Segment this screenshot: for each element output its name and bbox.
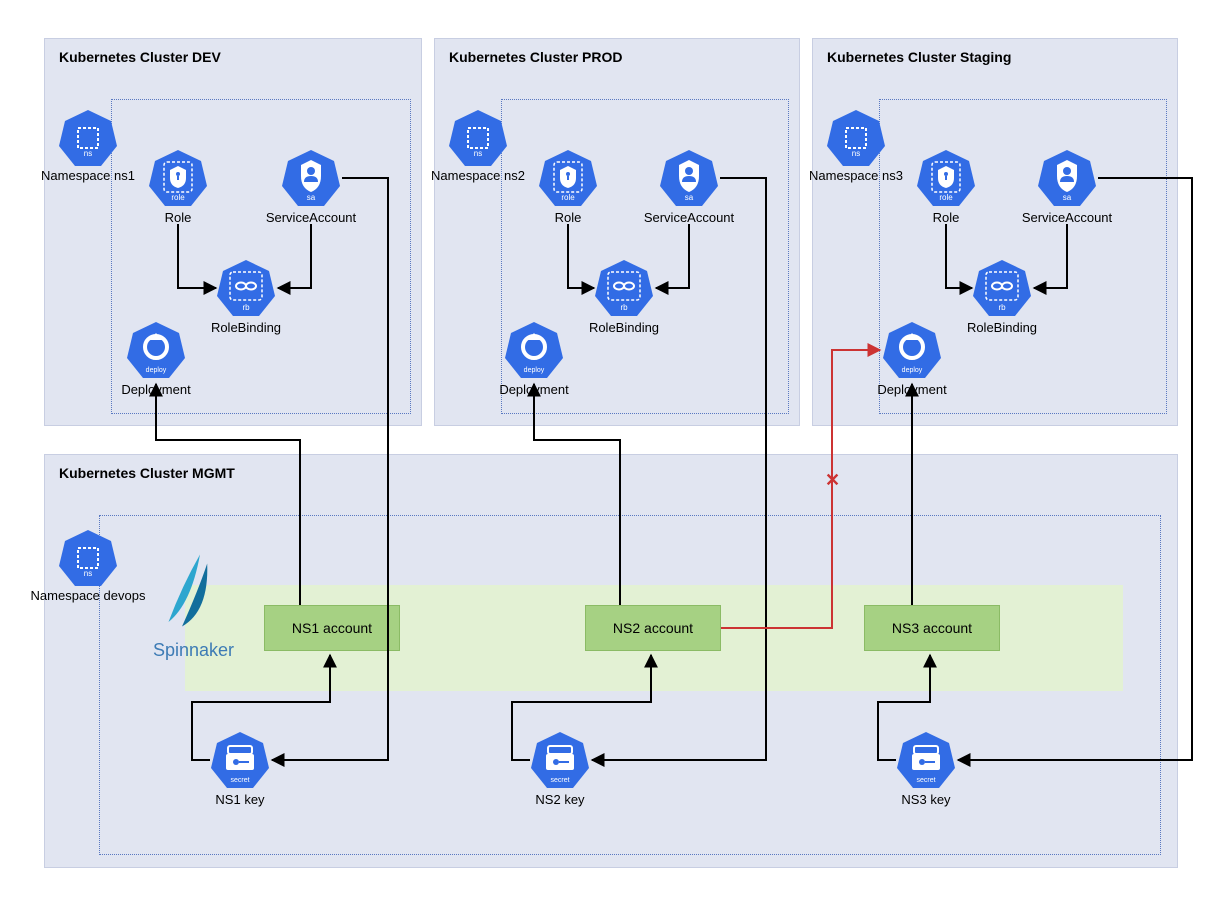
role-dev-label: Role	[118, 210, 238, 225]
cluster-dev: Kubernetes Cluster DEV	[44, 38, 422, 426]
svg-text:role: role	[561, 193, 575, 202]
svg-text:deploy: deploy	[146, 367, 167, 374]
namespace-icon: ns	[58, 528, 118, 588]
key-ns1-label: NS1 key	[180, 792, 300, 807]
svg-text:ns: ns	[84, 149, 92, 158]
namespace-devops-label: Namespace devops	[28, 588, 148, 603]
rb-prod-label: RoleBinding	[564, 320, 684, 335]
namespace-ns3-label: Namespace ns3	[796, 168, 916, 183]
namespace-icon: ns	[826, 108, 886, 168]
role-icon: role	[916, 148, 976, 208]
sa-prod-label: ServiceAccount	[629, 210, 749, 225]
rolebinding-icon: rb	[216, 258, 276, 318]
deployment-icon: deploy	[504, 320, 564, 380]
rb-dev-label: RoleBinding	[186, 320, 306, 335]
role-staging-label: Role	[886, 210, 1006, 225]
role-prod-label: Role	[508, 210, 628, 225]
svg-text:role: role	[171, 193, 185, 202]
svg-text:ns: ns	[84, 569, 92, 578]
role-icon: role	[538, 148, 598, 208]
diagram-canvas: Kubernetes Cluster DEV Kubernetes Cluste…	[0, 0, 1224, 910]
spinnaker-label: Spinnaker	[153, 640, 234, 661]
svg-text:deploy: deploy	[902, 367, 923, 374]
account-ns3: NS3 account	[864, 605, 1000, 651]
svg-text:secret: secret	[916, 777, 935, 784]
sa-dev-label: ServiceAccount	[251, 210, 371, 225]
account-ns1: NS1 account	[264, 605, 400, 651]
namespace-icon: ns	[448, 108, 508, 168]
role-icon: role	[148, 148, 208, 208]
serviceaccount-icon: sa	[659, 148, 719, 208]
account-ns2-label: NS2 account	[613, 620, 693, 636]
deploy-dev-label: Deployment	[96, 382, 216, 397]
deployment-icon: deploy	[126, 320, 186, 380]
secret-icon: secret	[210, 730, 270, 790]
deploy-staging-label: Deployment	[852, 382, 972, 397]
svg-text:role: role	[939, 193, 953, 202]
account-ns3-label: NS3 account	[892, 620, 972, 636]
sa-staging-label: ServiceAccount	[1007, 210, 1127, 225]
namespace-icon: ns	[58, 108, 118, 168]
denied-x-icon: ✕	[825, 470, 840, 491]
svg-text:rb: rb	[242, 303, 250, 312]
serviceaccount-icon: sa	[281, 148, 341, 208]
cluster-mgmt-title: Kubernetes Cluster MGMT	[59, 465, 235, 481]
rb-staging-label: RoleBinding	[942, 320, 1062, 335]
svg-text:sa: sa	[1063, 193, 1072, 202]
svg-text:secret: secret	[550, 777, 569, 784]
svg-text:deploy: deploy	[524, 367, 545, 374]
deploy-prod-label: Deployment	[474, 382, 594, 397]
cluster-staging: Kubernetes Cluster Staging	[812, 38, 1178, 426]
cluster-prod-title: Kubernetes Cluster PROD	[449, 49, 622, 65]
deployment-icon: deploy	[882, 320, 942, 380]
namespace-ns1-label: Namespace ns1	[28, 168, 148, 183]
serviceaccount-icon: sa	[1037, 148, 1097, 208]
cluster-dev-title: Kubernetes Cluster DEV	[59, 49, 221, 65]
account-ns1-label: NS1 account	[292, 620, 372, 636]
svg-text:sa: sa	[307, 193, 316, 202]
svg-text:secret: secret	[230, 777, 249, 784]
spinnaker-icon	[155, 550, 245, 640]
namespace-ns2-label: Namespace ns2	[418, 168, 538, 183]
secret-icon: secret	[896, 730, 956, 790]
secret-icon: secret	[530, 730, 590, 790]
key-ns2-label: NS2 key	[500, 792, 620, 807]
svg-text:rb: rb	[998, 303, 1006, 312]
account-ns2: NS2 account	[585, 605, 721, 651]
svg-text:ns: ns	[852, 149, 860, 158]
svg-text:rb: rb	[620, 303, 628, 312]
cluster-staging-title: Kubernetes Cluster Staging	[827, 49, 1011, 65]
key-ns3-label: NS3 key	[866, 792, 986, 807]
rolebinding-icon: rb	[972, 258, 1032, 318]
rolebinding-icon: rb	[594, 258, 654, 318]
svg-text:ns: ns	[474, 149, 482, 158]
cluster-prod: Kubernetes Cluster PROD	[434, 38, 800, 426]
svg-text:sa: sa	[685, 193, 694, 202]
